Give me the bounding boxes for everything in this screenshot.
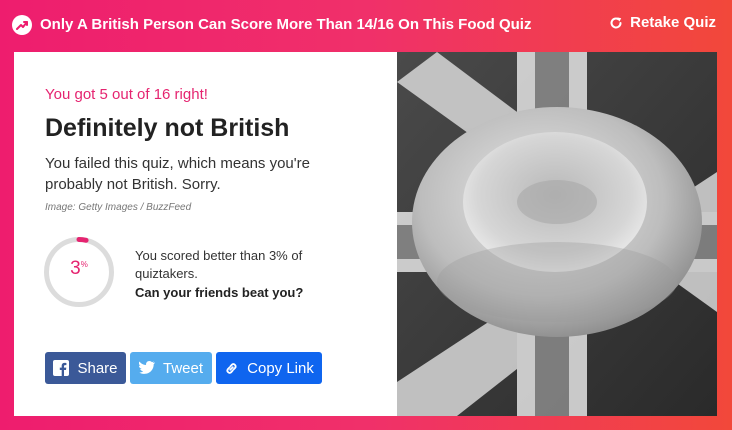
copy-link-button[interactable]: Copy Link: [216, 352, 322, 384]
retake-quiz-button[interactable]: Retake Quiz: [609, 14, 716, 31]
copy-link-label: Copy Link: [247, 359, 314, 377]
percentile-unit: %: [80, 260, 88, 269]
result-photo: [397, 52, 717, 416]
quiz-title: Only A British Person Can Score More Tha…: [40, 16, 532, 33]
quiz-header: Only A British Person Can Score More Tha…: [0, 0, 732, 50]
retake-quiz-label: Retake Quiz: [630, 14, 716, 31]
result-description: You failed this quiz, which means you're…: [45, 155, 310, 193]
image-credit: Image: Getty Images / BuzzFeed: [45, 202, 192, 213]
result-panel: You got 5 out of 16 right! Definitely no…: [14, 52, 397, 416]
twitter-icon: [138, 361, 155, 374]
facebook-share-button[interactable]: Share: [45, 352, 126, 384]
challenge-text: Can your friends beat you?: [135, 285, 304, 300]
percentile-value: 3%: [43, 258, 115, 280]
percentile-number: 3: [70, 258, 81, 279]
refresh-icon: [610, 16, 622, 29]
link-icon: [226, 362, 237, 374]
score-line: You got 5 out of 16 right!: [45, 86, 208, 103]
twitter-tweet-button[interactable]: Tweet: [130, 352, 212, 384]
result-title: Definitely not British: [45, 114, 290, 142]
facebook-icon: [53, 360, 70, 376]
result-card: You got 5 out of 16 right! Definitely no…: [14, 52, 717, 416]
share-buttons: Share Tweet Copy Link: [45, 352, 326, 384]
trending-arrow-icon: [12, 15, 32, 35]
facebook-share-label: Share: [77, 359, 118, 377]
twitter-tweet-label: Tweet: [162, 359, 204, 377]
percentile-stat: You scored better than 3% of quiztakers.: [135, 248, 303, 281]
yorkshire-pudding-on-flag-image: [397, 52, 717, 416]
